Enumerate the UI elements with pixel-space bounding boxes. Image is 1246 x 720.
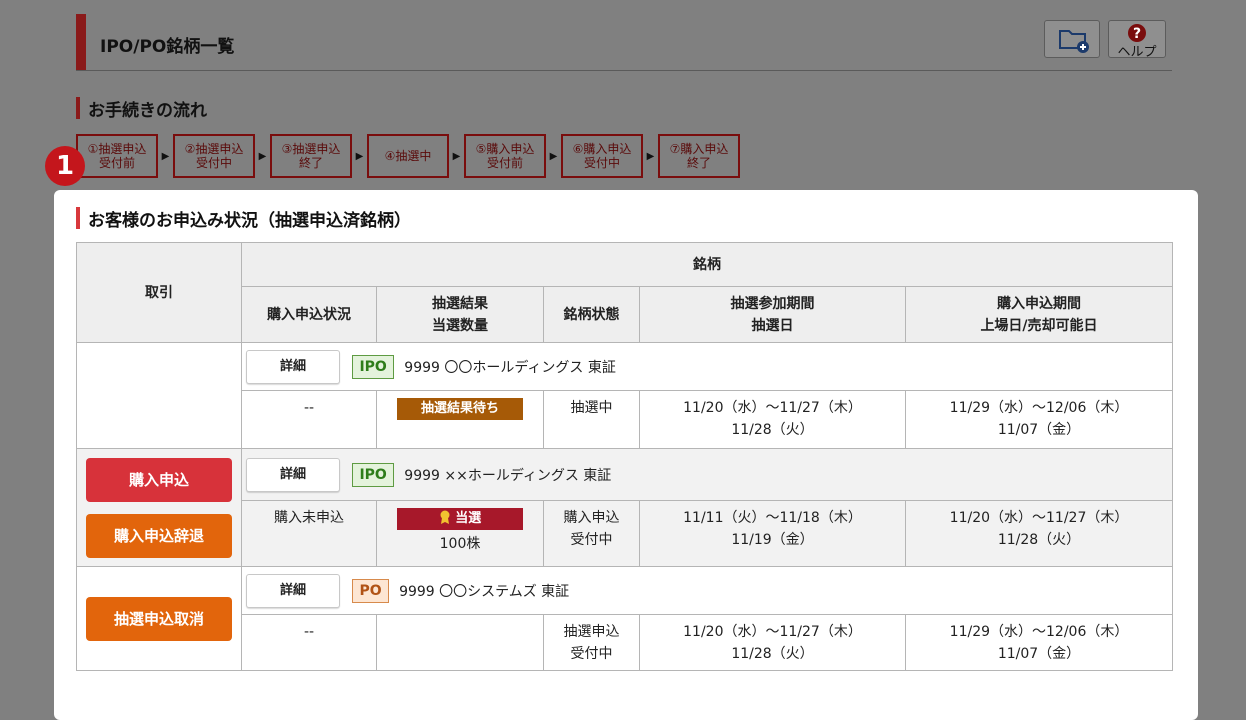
folder-add-icon — [1059, 30, 1089, 53]
table-row: 抽選申込取消 詳細 PO 9999 〇〇システムズ 東証 — [76, 566, 1174, 671]
step-1: ①抽選申込 受付前 — [76, 134, 158, 178]
application-status-card: お客様のお申込み状況（抽選申込済銘柄） 取引 銘柄 購入申込状況 抽選結果 当選数… — [54, 190, 1198, 720]
issue-state: 購入申込 受付中 — [543, 500, 640, 567]
step-5: ⑤購入申込 受付前 — [464, 134, 546, 178]
lottery-cancel-button[interactable]: 抽選申込取消 — [86, 596, 232, 641]
step-arrow-icon: ▶ — [646, 150, 655, 162]
step-arrow-icon: ▶ — [355, 150, 364, 162]
help-label: ヘルプ — [1117, 45, 1157, 60]
lottery-period: 11/20（水）～11/27（木） 11/28（火） — [639, 390, 906, 449]
purchase-decline-button[interactable]: 購入申込辞退 — [86, 513, 232, 558]
detail-button[interactable]: 詳細 — [246, 573, 340, 608]
purchase-period: 11/29（水）～12/06（木） 11/07（金） — [904, 390, 1174, 449]
header-issue: 銘柄 — [240, 242, 1174, 287]
purchase-status: -- — [241, 390, 377, 449]
folder-add-button[interactable] — [1044, 20, 1100, 58]
lottery-period: 11/11（火）～11/18（木） 11/19（金） — [639, 500, 906, 567]
won-quantity: 100株 — [439, 536, 481, 552]
step-arrow-icon: ▶ — [258, 150, 267, 162]
award-medal-icon — [440, 510, 450, 524]
issue-state: 抽選申込 受付中 — [543, 614, 640, 671]
help-button[interactable]: ? ヘルプ — [1108, 20, 1166, 60]
table-row: -- 抽選申込 受付中 11/20（水）～11/27（木） 11/28（火） 11/… — [77, 614, 1174, 671]
step-7: ⑦購入申込 終了 — [658, 134, 740, 178]
purchase-period: 11/29（水）～12/06（木） 11/07（金） — [904, 614, 1174, 671]
table-row: -- 抽選結果待ち 抽選中 11/20（水）～11/27（木） 11/28（火） … — [77, 390, 1174, 449]
step-6: ⑥購入申込 受付中 — [561, 134, 643, 178]
purchase-period: 11/20（水）～11/27（木） 11/28（火） — [904, 500, 1174, 567]
lottery-result — [376, 614, 544, 671]
purchase-status: -- — [241, 614, 377, 671]
issue-state: 抽選中 — [543, 390, 640, 449]
purchase-status: 購入未申込 — [241, 500, 377, 567]
step-arrow-icon: ▶ — [452, 150, 461, 162]
trade-cell: 購入申込 購入申込辞退 — [76, 448, 242, 567]
application-status-table: 取引 銘柄 購入申込状況 抽選結果 当選数量 銘柄状態 抽選参加期間 抽選日 購入申… — [76, 242, 1174, 671]
callout-number-badge: 1 — [45, 146, 85, 186]
trade-cell — [76, 342, 242, 449]
status-title: お客様のお申込み状況（抽選申込済銘柄） — [76, 206, 411, 231]
question-circle-icon: ? — [1128, 24, 1146, 42]
lottery-result: 当選 100株 — [376, 500, 544, 567]
flow-title: お手続きの流れ — [76, 96, 207, 121]
header-issue-state: 銘柄状態 — [543, 286, 640, 343]
table-row: 購入未申込 当選 100株 購入申込 受付中 11/11（火）～11/18（木） 1… — [76, 500, 1174, 567]
page-header: IPO/PO銘柄一覧 ? ヘルプ — [76, 14, 1172, 71]
process-steps: ①抽選申込 受付前 ▶ ②抽選申込 受付中 ▶ ③抽選申込 終了 ▶ ④抽選中 ▶ ⑤… — [76, 134, 740, 178]
header-trade: 取引 — [76, 242, 242, 343]
step-3: ③抽選申込 終了 — [270, 134, 352, 178]
step-2: ②抽選申込 受付中 — [173, 134, 255, 178]
lottery-result: 抽選結果待ち — [376, 390, 544, 449]
svg-text:?: ? — [1133, 26, 1141, 42]
issue-name-cell: 詳細 IPO 9999 ××ホールディングス 東証 — [240, 448, 1174, 501]
detail-button[interactable]: 詳細 — [246, 457, 340, 492]
issue-name: 9999 ××ホールディングス 東証 — [404, 467, 612, 484]
header-lottery-result: 抽選結果 当選数量 — [376, 286, 544, 343]
issue-name-cell: 詳細 IPO 9999 〇〇ホールディングス 東証 — [240, 342, 1174, 391]
header-purchase-status: 購入申込状況 — [241, 286, 377, 343]
step-4: ④抽選中 — [367, 134, 449, 178]
step-arrow-icon: ▶ — [549, 150, 558, 162]
ipo-tag: IPO — [352, 354, 394, 379]
issue-name-cell: 詳細 PO 9999 〇〇システムズ 東証 — [240, 566, 1174, 615]
ipo-tag: IPO — [352, 462, 394, 487]
result-pending-pill: 抽選結果待ち — [397, 398, 523, 420]
po-tag: PO — [352, 578, 389, 603]
purchase-apply-button[interactable]: 購入申込 — [86, 457, 232, 502]
issue-name: 9999 〇〇ホールディングス 東証 — [404, 359, 616, 376]
table-row: 詳細 IPO 9999 〇〇ホールディングス 東証 — [76, 342, 1174, 449]
header-lottery-period: 抽選参加期間 抽選日 — [639, 286, 906, 343]
trade-cell: 抽選申込取消 — [76, 566, 242, 671]
page-title: IPO/PO銘柄一覧 — [100, 37, 235, 57]
title-accent-bar — [76, 14, 86, 70]
result-won-pill: 当選 — [397, 508, 523, 530]
step-arrow-icon: ▶ — [161, 150, 170, 162]
header-purchase-period: 購入申込期間 上場日/売却可能日 — [904, 286, 1174, 343]
lottery-period: 11/20（水）～11/27（木） 11/28（火） — [639, 614, 906, 671]
detail-button[interactable]: 詳細 — [246, 349, 340, 384]
issue-name: 9999 〇〇システムズ 東証 — [399, 583, 570, 600]
table-row: 購入申込 購入申込辞退 詳細 IPO 9999 ××ホールディングス 東証 — [76, 448, 1174, 567]
